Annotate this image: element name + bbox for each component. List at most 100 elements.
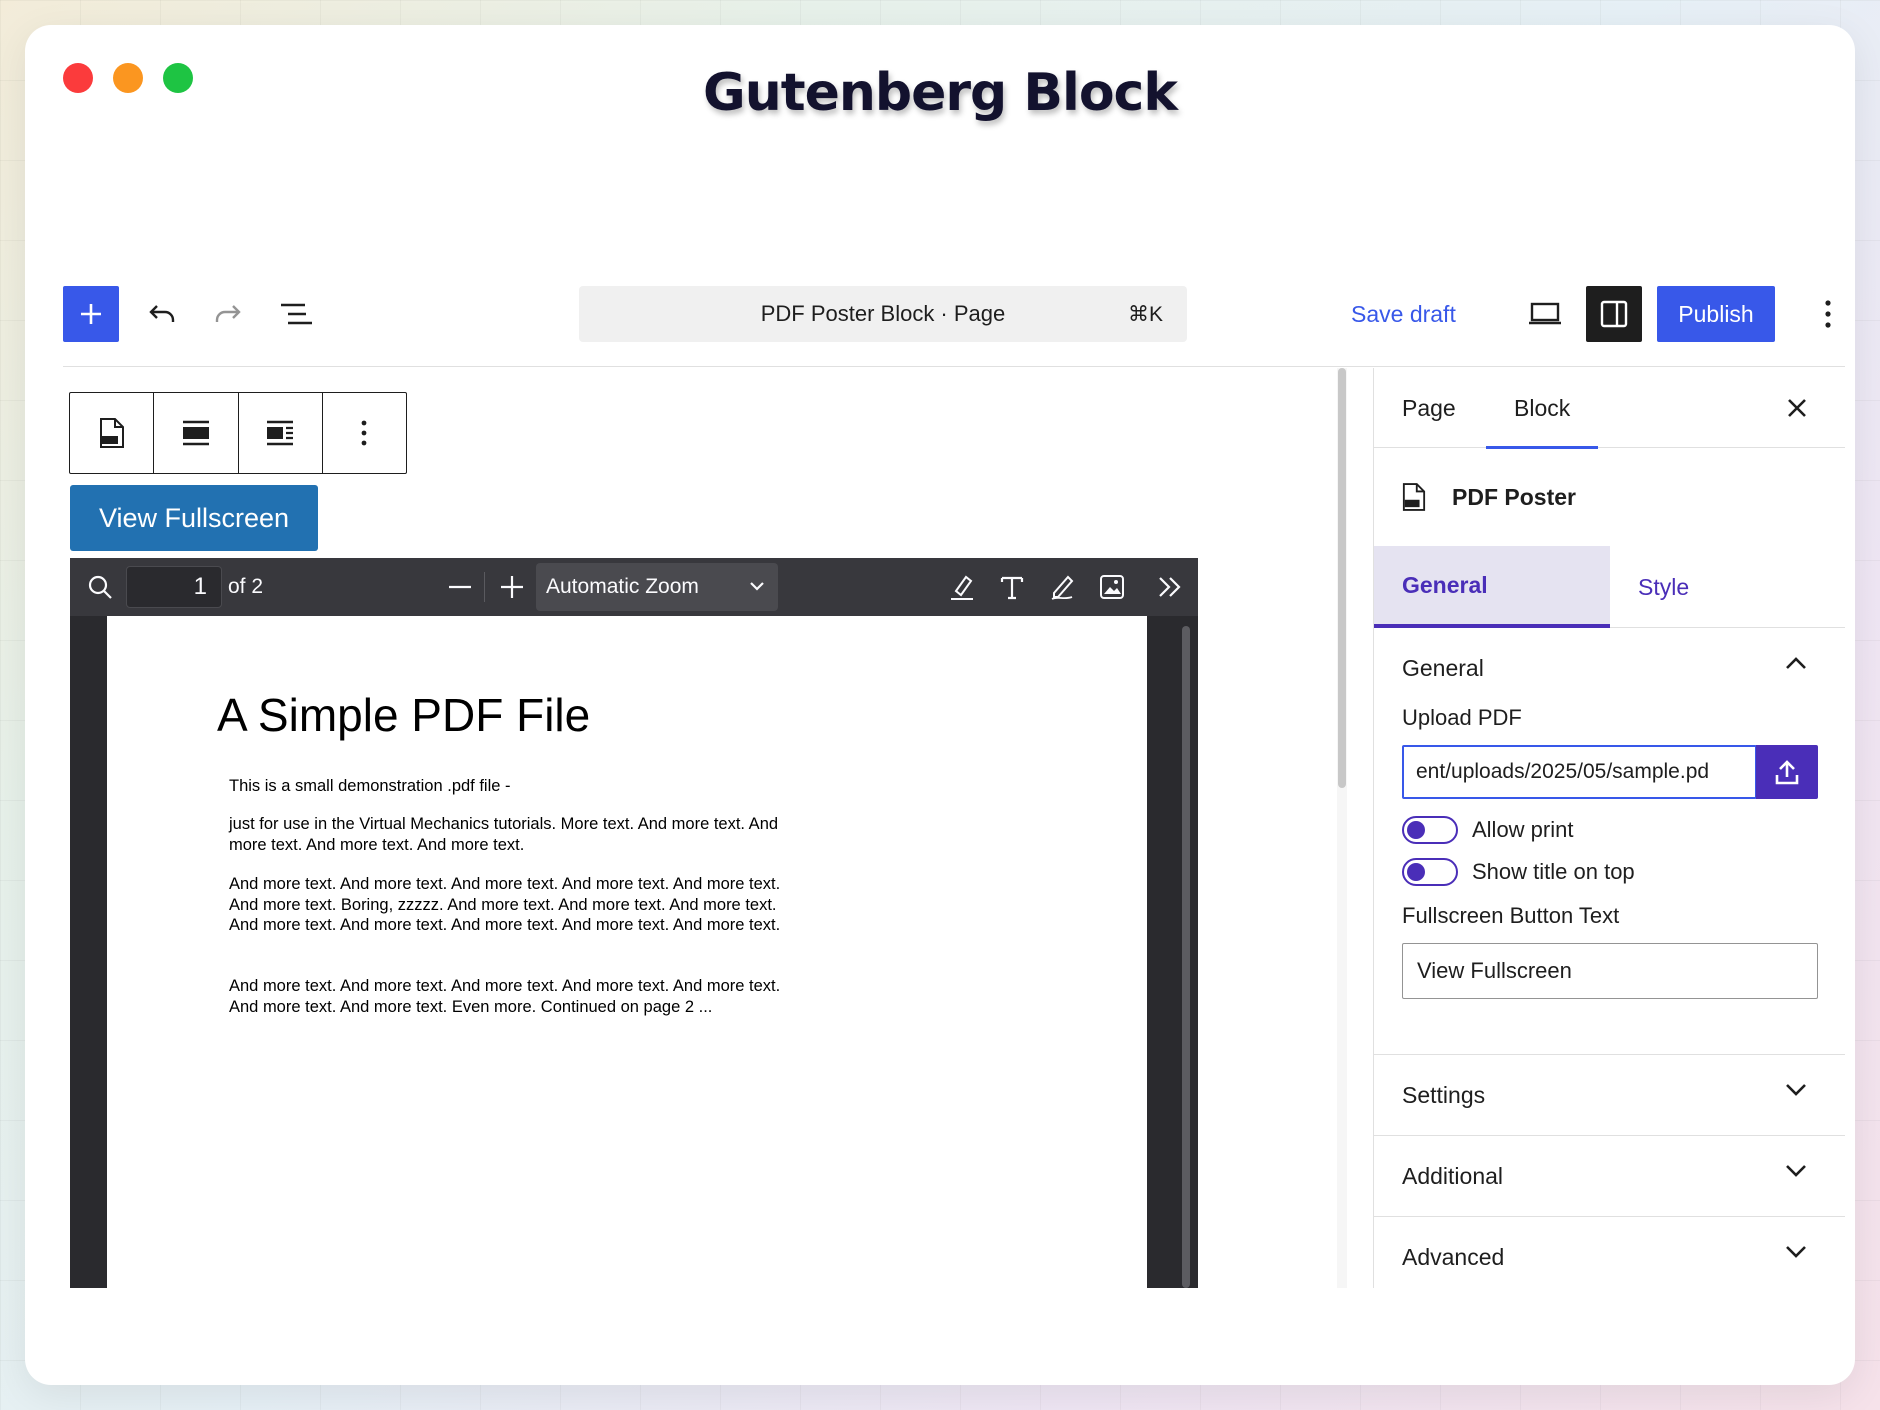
advanced-panel-header[interactable]: Advanced <box>1374 1217 1845 1288</box>
block-toolbar <box>69 392 407 474</box>
block-options-button[interactable] <box>323 393 406 473</box>
allow-print-label: Allow print <box>1472 817 1574 842</box>
close-sidebar-button[interactable] <box>1779 390 1815 426</box>
show-title-row: Show title on top <box>1402 851 1845 893</box>
fullscreen-button-text-label: Fullscreen Button Text <box>1402 903 1620 928</box>
highlight-button[interactable] <box>942 558 982 616</box>
additional-panel: Additional <box>1374 1136 1845 1217</box>
panel-title: Advanced <box>1402 1243 1505 1270</box>
page-count: of 2 <box>228 575 264 598</box>
zoom-value: Automatic Zoom <box>546 575 699 598</box>
canvas-scroll-thumb[interactable] <box>1338 368 1346 788</box>
panel-title: Additional <box>1402 1162 1504 1189</box>
block-settings-tabs: General Style <box>1374 546 1845 628</box>
chevron-down-icon <box>1786 1084 1806 1096</box>
pdf-viewer: 1 of 2 Automatic Zoom A Simple PDF File … <box>70 558 1198 1288</box>
search-icon <box>88 575 112 599</box>
block-name: PDF Poster <box>1452 483 1576 510</box>
show-title-label: Show title on top <box>1472 859 1635 884</box>
redo-icon <box>215 305 241 322</box>
fullscreen-button-text-input[interactable]: View Fullscreen <box>1402 943 1818 999</box>
pdf-file-icon <box>1402 483 1426 511</box>
tab-page[interactable]: Page <box>1402 368 1456 448</box>
window-title: Gutenberg Block <box>703 63 1178 123</box>
pdf-url-input[interactable]: ent/uploads/2025/05/sample.pd <box>1402 745 1757 799</box>
tab-general[interactable]: General <box>1374 546 1610 628</box>
text-wrap-button[interactable] <box>239 393 323 473</box>
pdf-paragraph: And more text. And more text. And more t… <box>229 977 781 1016</box>
list-view-icon <box>281 303 312 325</box>
general-panel-header[interactable]: General <box>1374 628 1845 708</box>
upload-button[interactable] <box>1756 745 1818 799</box>
page-number-input[interactable]: 1 <box>126 566 222 608</box>
draw-button[interactable] <box>1042 558 1082 616</box>
editor-topbar: PDF Poster Block · Page ⌘K Save draft Pu… <box>63 261 1845 367</box>
chevron-down-icon <box>1786 1246 1806 1258</box>
text-annotation-button[interactable] <box>992 558 1032 616</box>
minus-icon <box>449 585 471 589</box>
panel-title: Settings <box>1402 1081 1486 1108</box>
pdf-paragraph: And more text. And more text. And more t… <box>229 875 781 934</box>
add-image-button[interactable] <box>1092 558 1132 616</box>
additional-panel-header[interactable]: Additional <box>1374 1136 1845 1216</box>
zoom-select[interactable]: Automatic Zoom <box>536 563 778 611</box>
pen-icon <box>1051 575 1074 600</box>
pdf-viewer-toolbar: 1 of 2 Automatic Zoom <box>70 558 1198 616</box>
desktop-preview-icon <box>1529 302 1561 325</box>
pdf-paragraph: just for use in the Virtual Mechanics tu… <box>229 815 779 854</box>
pdf-page: A Simple PDF File This is a small demons… <box>107 616 1147 1288</box>
text-icon <box>1000 576 1024 600</box>
block-type-button[interactable] <box>70 393 155 473</box>
upload-pdf-row: ent/uploads/2025/05/sample.pd <box>1402 745 1845 799</box>
allow-print-row: Allow print <box>1402 809 1845 851</box>
zoom-in-button[interactable] <box>492 558 532 616</box>
save-draft-button[interactable]: Save draft <box>1351 286 1456 342</box>
chevron-down-icon <box>750 582 764 591</box>
editor-canvas: View Fullscreen 1 of 2 Automatic Zoom A … <box>63 368 1361 1288</box>
add-block-button[interactable] <box>63 286 119 342</box>
redo-button[interactable] <box>201 286 257 342</box>
document-overview-button[interactable] <box>269 286 325 342</box>
image-icon <box>1100 575 1124 599</box>
plus-icon <box>501 576 523 598</box>
publish-button[interactable]: Publish <box>1657 286 1775 342</box>
find-button[interactable] <box>80 558 120 616</box>
allow-print-toggle[interactable] <box>1402 816 1458 844</box>
tools-menu-button[interactable] <box>1150 558 1190 616</box>
preview-button[interactable] <box>1517 286 1573 342</box>
canvas-scrollbar[interactable] <box>1337 368 1347 1288</box>
app-window: Gutenberg Block PDF Poster Block · Page … <box>25 25 1855 1385</box>
close-icon <box>1788 399 1806 417</box>
block-card: PDF Poster <box>1374 448 1845 546</box>
document-title: PDF Poster Block · Page <box>760 301 1006 326</box>
view-fullscreen-button[interactable]: View Fullscreen <box>70 485 318 551</box>
zoom-out-button[interactable] <box>440 558 480 616</box>
more-vertical-icon <box>1825 300 1831 328</box>
settings-panel: Settings <box>1374 1055 1845 1136</box>
double-chevron-right-icon <box>1159 577 1181 597</box>
plus-icon <box>81 304 101 324</box>
undo-icon <box>149 305 175 322</box>
settings-sidebar-toggle[interactable] <box>1586 286 1642 342</box>
show-title-toggle[interactable] <box>1402 858 1458 886</box>
general-panel: General Upload PDF ent/uploads/2025/05/s… <box>1374 628 1845 1055</box>
upload-icon <box>1775 760 1799 785</box>
settings-panel-header[interactable]: Settings <box>1374 1055 1845 1135</box>
tab-block[interactable]: Block <box>1485 368 1599 449</box>
pdf-file-icon <box>99 418 124 448</box>
pdf-scrollbar[interactable] <box>1182 626 1190 1288</box>
options-menu-button[interactable] <box>1811 286 1845 342</box>
sidebar-tabs: Page Block <box>1374 368 1845 449</box>
align-wide-icon <box>182 420 209 446</box>
sidebar-icon <box>1600 300 1628 328</box>
tab-style[interactable]: Style <box>1638 546 1689 628</box>
upload-pdf-label: Upload PDF <box>1402 705 1522 730</box>
command-shortcut: ⌘K <box>1127 302 1163 326</box>
settings-sidebar: Page Block PDF Poster General Style Gene… <box>1373 368 1845 1288</box>
align-button[interactable] <box>154 393 239 473</box>
pdf-title: A Simple PDF File <box>217 689 591 741</box>
command-palette-bar[interactable]: PDF Poster Block · Page ⌘K <box>579 286 1187 342</box>
panel-title: General <box>1402 654 1484 681</box>
chevron-up-icon <box>1786 657 1806 669</box>
undo-button[interactable] <box>133 286 189 342</box>
